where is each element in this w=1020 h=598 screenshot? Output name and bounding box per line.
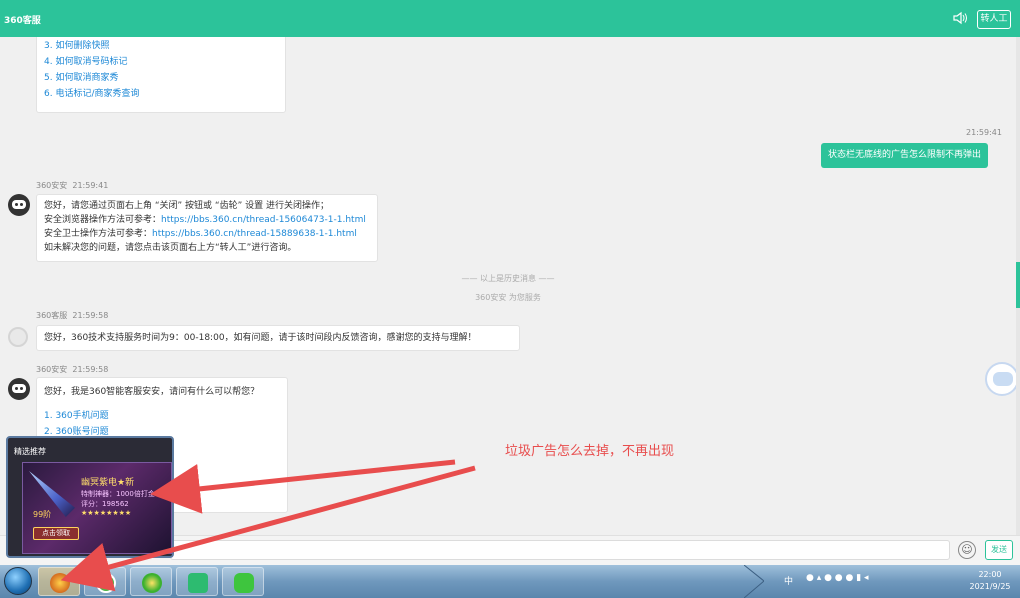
taskbar-clock[interactable]: 22:00 2021/9/25	[962, 569, 1018, 593]
ad-line: ★★★★★★★★	[81, 509, 132, 517]
user-message-bubble: 状态栏无底线的广告怎么限制不再弹出	[821, 143, 989, 168]
menu-item[interactable]: 5. 如何取消商家秀	[44, 70, 278, 86]
game-icon[interactable]	[38, 567, 80, 596]
staff-avatar	[8, 327, 28, 347]
message-line: 安全卫士操作方法可参考：https://bbs.360.cn/thread-15…	[44, 229, 357, 239]
popup-ad[interactable]: 精选推荐 99阶 幽冥紫电★新 特制神器：1000倍打金 评分：198562 ★…	[6, 436, 174, 558]
ad-line: 评分：198562	[81, 500, 129, 508]
message-line: 安全浏览器操作方法可参考：https://bbs.360.cn/thread-1…	[44, 215, 366, 225]
browser-icon[interactable]	[84, 567, 126, 596]
ad-image[interactable]: 99阶 幽冥紫电★新 特制神器：1000倍打金 评分：198562 ★★★★★★…	[22, 462, 172, 554]
app-title: 360客服	[4, 16, 41, 26]
ad-line: 特制神器：1000倍打金	[81, 490, 155, 498]
chat-scrollbar[interactable]	[1016, 37, 1020, 535]
windows-taskbar: 中 ● ▴ ● ● ● ▮ ◂ 22:00 2021/9/25	[0, 565, 1020, 598]
message-line: 您好，请您通过页面右上角 “关闭” 按钮或 “齿轮” 设置 进行关闭操作；	[44, 201, 329, 211]
bot-avatar	[8, 378, 30, 400]
ime-indicator[interactable]: 中	[784, 574, 793, 587]
popup-title: 精选推荐	[14, 447, 46, 456]
transfer-to-human-button[interactable]: 转人工	[977, 10, 1011, 29]
menu-item[interactable]: 3. 如何删除快照	[44, 38, 278, 54]
floating-bot-icon[interactable]	[985, 362, 1016, 396]
bot-message-bubble: 您好，请您通过页面右上角 “关闭” 按钮或 “齿轮” 设置 进行关闭操作； 安全…	[36, 194, 378, 262]
message-time: 21:59:58	[72, 365, 109, 374]
guard-icon[interactable]	[130, 567, 172, 596]
previous-menu-bubble: 3. 如何删除快照 4. 如何取消号码标记 5. 如何取消商家秀 6. 电话标记…	[36, 37, 286, 113]
ad-level: 99阶	[33, 510, 52, 519]
emoji-icon[interactable]: ☺	[958, 541, 976, 559]
start-orb-icon[interactable]	[4, 567, 32, 595]
sender-name: 360安安	[36, 365, 68, 374]
greeting-text: 您好，我是360智能客服安安，请问有什么可以帮您？	[44, 387, 260, 397]
send-button[interactable]: 发送	[985, 540, 1013, 560]
wechat-icon[interactable]	[222, 567, 264, 596]
menu-item[interactable]: 4. 如何取消号码标记	[44, 54, 278, 70]
user-message-time: 21:59:41	[966, 128, 1002, 137]
clock-time: 22:00	[978, 570, 1002, 579]
message-line: 如未解决您的问题，请您点击该页面右上方“转人工”进行咨询。	[44, 243, 297, 253]
sender-name: 360客服	[36, 311, 68, 320]
service-note: 360安安 为您服务	[475, 293, 541, 302]
gallery-icon[interactable]	[176, 567, 218, 596]
message-time: 21:59:41	[72, 181, 109, 190]
ad-game-name: 幽冥紫电★新	[81, 478, 135, 488]
message-input[interactable]	[170, 540, 950, 560]
speaker-icon[interactable]	[952, 10, 968, 26]
bot-message-header: 360安安 21:59:41	[36, 180, 108, 191]
tray-icons[interactable]: ● ▴ ● ● ● ▮ ◂	[806, 573, 869, 583]
bot-message-header: 360安安 21:59:58	[36, 364, 108, 375]
browser-help-link[interactable]: https://bbs.360.cn/thread-15606473-1-1.h…	[161, 215, 366, 225]
message-time: 21:59:58	[72, 311, 109, 320]
clock-date: 2021/9/25	[969, 582, 1011, 591]
menu-item[interactable]: 1. 360手机问题	[44, 408, 280, 424]
staff-message-header: 360客服 21:59:58	[36, 310, 108, 321]
bot-avatar	[8, 194, 30, 216]
staff-message-bubble: 您好，360技术支持服务时间为9：00-18:00，如有问题，请于该时间段内反馈…	[36, 325, 520, 351]
chat-header: 360客服 转人工	[0, 0, 1020, 37]
sender-name: 360安安	[36, 181, 68, 190]
ad-claim-button[interactable]: 点击领取	[33, 527, 79, 540]
annotation-text: 垃圾广告怎么去掉，不再出现	[505, 444, 675, 459]
guard-help-link[interactable]: https://bbs.360.cn/thread-15889638-1-1.h…	[152, 229, 357, 239]
menu-item[interactable]: 6. 电话标记/商家秀查询	[44, 86, 278, 102]
history-divider: —— 以上是历史消息 ——	[461, 274, 555, 283]
